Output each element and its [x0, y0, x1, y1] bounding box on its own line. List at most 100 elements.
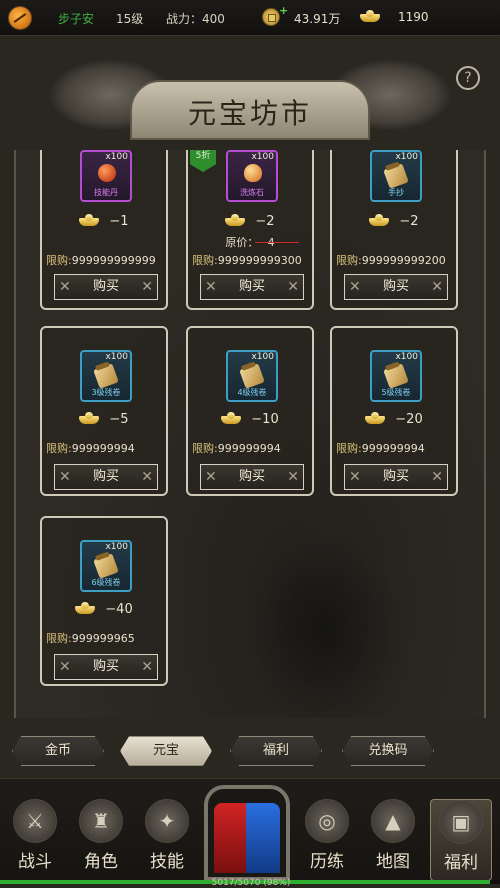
item-quantity: x100 [105, 542, 128, 552]
nav-map[interactable]: ▲ 地图 [362, 799, 424, 881]
status-bar: 步子安 15级 战力：400 + 43.91万 1190 [0, 0, 500, 36]
nav-label: 技能 [150, 852, 184, 872]
nav-welfare[interactable]: ▣ 福利 [430, 799, 492, 881]
combat-power: 战力：400 [166, 12, 225, 26]
flame-icon: ✦ [145, 799, 189, 843]
scroll-icon [383, 363, 409, 389]
item-price: −10 [251, 412, 279, 427]
portal-gate[interactable] [204, 785, 290, 881]
ingot-amount: 1190 [398, 10, 429, 24]
item-slot[interactable]: x100 6级残卷 [80, 540, 132, 592]
shop-tabs: 金币 元宝 福利 兑换码 [0, 736, 500, 770]
item-slot[interactable]: x100 3级残卷 [80, 350, 132, 402]
limit-label: 限购: [192, 254, 218, 267]
scroll-icon [93, 553, 119, 579]
page-title: 元宝坊市 [187, 97, 312, 130]
bottom-nav: ⚔ 战斗 ♜ 角色 ✦ 技能 ◎ 历练 ▲ 地图 ▣ 福利 [0, 778, 500, 884]
helmet-icon: ♜ [79, 799, 123, 843]
buy-button[interactable]: 购买 [200, 464, 304, 490]
limit-value: 999999994 [217, 442, 281, 455]
buy-button[interactable]: 购买 [54, 274, 158, 300]
item-quantity: x100 [395, 152, 418, 162]
shop-item-card: x100 手抄 −2 限购:999999999200 购买 [330, 150, 458, 310]
buy-button[interactable]: 购买 [54, 464, 158, 490]
item-slot[interactable]: x100 手抄 [370, 150, 422, 202]
limit-value: 999999999999 [71, 254, 156, 267]
buy-button[interactable]: 购买 [344, 464, 448, 490]
limit-value: 999999994 [361, 442, 425, 455]
tab-gold[interactable]: 金币 [12, 736, 104, 766]
limit-label: 限购: [336, 254, 362, 267]
tab-ingot[interactable]: 元宝 [120, 736, 212, 766]
nav-training[interactable]: ◎ 历练 [296, 799, 358, 881]
nav-label: 地图 [376, 852, 410, 872]
shop-item-card: x100 3级残卷 −5 限购:999999994 购买 [40, 326, 168, 496]
ingot-icon [369, 214, 390, 226]
nav-skills[interactable]: ✦ 技能 [136, 799, 198, 881]
price-row: −40 [42, 602, 166, 617]
exp-text: 5017/5070 (98%) [211, 878, 291, 888]
buy-button[interactable]: 购买 [344, 274, 448, 300]
shop-panel[interactable]: x100 技能丹 −1 限购:999999999999 购买 5折 x100 洗… [14, 150, 486, 718]
item-price: −40 [105, 602, 133, 617]
original-price: 原价：−4 [188, 234, 312, 250]
limit-value: 999999965 [71, 632, 135, 645]
coin-icon [262, 8, 280, 26]
limit-label: 限购: [46, 254, 72, 267]
player-level: 15级 [116, 12, 144, 26]
ingot-icon [79, 214, 100, 226]
item-quantity: x100 [105, 152, 128, 162]
crossed-swords-icon: ⚔ [13, 799, 57, 843]
item-slot[interactable]: x100 技能丹 [80, 150, 132, 202]
item-name: 技能丹 [94, 188, 118, 197]
nav-label: 角色 [84, 852, 118, 872]
blue-door-icon [246, 803, 280, 873]
item-price: −2 [399, 214, 419, 229]
price-row: −1 [42, 214, 166, 229]
item-slot[interactable]: x100 洗炼石 [226, 150, 278, 202]
purchase-limit: 限购:999999965 [46, 630, 170, 646]
ingot-icon [365, 412, 386, 424]
help-button[interactable]: ? [456, 66, 480, 90]
limit-value: 999999999200 [361, 254, 446, 267]
scroll-icon [383, 163, 409, 189]
item-quantity: x100 [251, 352, 274, 362]
scroll-icon [239, 363, 265, 389]
gold-amount: 43.91万 [294, 12, 341, 26]
buy-button[interactable]: 购买 [54, 654, 158, 680]
item-price: −1 [109, 214, 129, 229]
nav-battle[interactable]: ⚔ 战斗 [4, 799, 66, 881]
nav-label: 战斗 [18, 852, 52, 872]
limit-label: 限购: [46, 442, 72, 455]
ingot-icon [221, 412, 242, 424]
title-plate: 元宝坊市 [130, 80, 370, 140]
purchase-limit: 限购:999999994 [336, 440, 460, 456]
item-price: −2 [255, 214, 275, 229]
item-quantity: x100 [105, 352, 128, 362]
shop-item-card: x100 5级残卷 −20 限购:999999994 购买 [330, 326, 458, 496]
ingot-icon [75, 602, 96, 614]
guild-emblem-icon[interactable] [8, 6, 32, 30]
item-quantity: x100 [395, 352, 418, 362]
original-price-label: 原价： [225, 236, 259, 249]
shop-item-card: x100 6级残卷 −40 限购:999999965 购买 [40, 516, 168, 686]
nav-label: 历练 [310, 852, 344, 872]
add-gold-button[interactable]: + [279, 4, 288, 17]
tab-welfare[interactable]: 福利 [230, 736, 322, 766]
nav-label: 福利 [444, 853, 478, 873]
tab-redeem-code[interactable]: 兑换码 [342, 736, 434, 766]
price-row: −10 [188, 412, 312, 427]
nav-character[interactable]: ♜ 角色 [70, 799, 132, 881]
item-slot[interactable]: x100 4级残卷 [226, 350, 278, 402]
treasure-chest-icon: ▣ [439, 800, 483, 844]
item-quantity: x100 [251, 152, 274, 162]
orb-icon [98, 164, 116, 182]
red-door-icon [214, 803, 248, 873]
purchase-limit: 限购:999999994 [192, 440, 316, 456]
item-slot[interactable]: x100 5级残卷 [370, 350, 422, 402]
buy-button[interactable]: 购买 [200, 274, 304, 300]
price-row: −2 [188, 214, 312, 229]
item-name: 5级残卷 [381, 388, 411, 397]
price-row: −5 [42, 412, 166, 427]
item-name: 洗炼石 [240, 188, 264, 197]
